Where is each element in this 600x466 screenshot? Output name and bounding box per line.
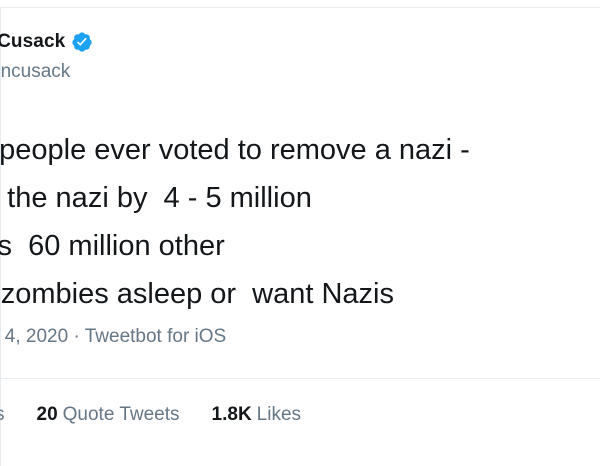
tweet-line: is 60 million other [0,230,225,262]
author-handle[interactable]: hncusack [0,61,70,83]
verified-badge-icon [72,32,92,52]
tweet-detail: n Cusack hncusack t people ever voted to… [0,0,600,466]
tweet-text: t people ever voted to remove a nazi - g… [0,126,600,318]
tweet-date-link[interactable]: v 4, 2020 [0,326,68,347]
tweet-stats: s 20 Quote Tweets 1.8K Likes [0,404,301,426]
stats-divider [0,378,600,379]
author-name-row[interactable]: n Cusack [0,31,93,53]
author-name[interactable]: n Cusack [0,31,65,53]
meta-separator: · [73,326,80,347]
quote-tweets-stat[interactable]: 20 Quote Tweets [37,404,180,426]
quote-tweets-label: Quote Tweets [62,404,180,425]
tweet-line: g the nazi by 4 - 5 million [0,182,312,214]
retweets-label: s [0,404,5,426]
tweet-line: t people ever voted to remove a nazi - [0,134,470,166]
tweet-source-link[interactable]: Tweetbot for iOS [85,326,227,347]
retweets-stat[interactable]: s [0,404,5,426]
likes-stat[interactable]: 1.8K Likes [212,404,302,426]
tweet-meta: v 4, 2020 · Tweetbot for iOS [0,326,226,348]
likes-count: 1.8K [211,404,252,425]
quote-tweets-count: 20 [36,404,58,425]
tweet-line: r zombies asleep or want Nazis [0,278,394,310]
tweet-top-border [0,7,600,8]
likes-label: Likes [256,404,302,425]
author-handle-text[interactable]: hncusack [0,61,70,82]
